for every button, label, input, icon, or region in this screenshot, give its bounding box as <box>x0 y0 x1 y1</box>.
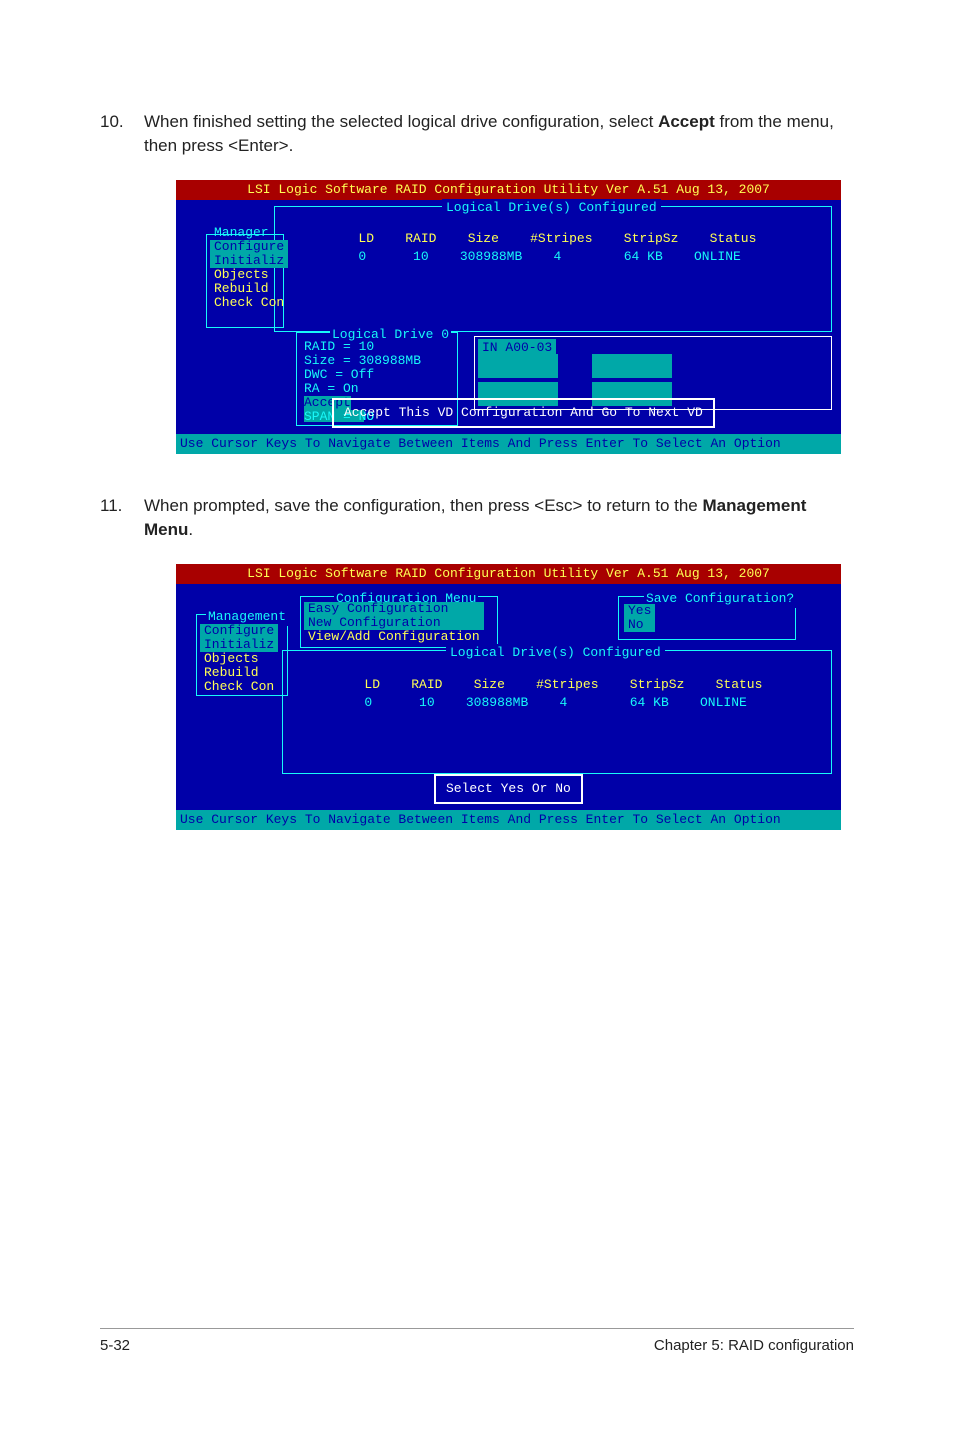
menu-checkcon[interactable]: Check Con <box>200 680 278 694</box>
step-10: 10. When finished setting the selected l… <box>100 110 854 158</box>
cell-size: 308988MB <box>466 695 528 710</box>
cell-stripes: 4 <box>560 695 568 710</box>
bios-footer: Use Cursor Keys To Navigate Between Item… <box>176 810 841 830</box>
text: . <box>188 520 193 539</box>
step-11: 11. When prompted, save the configuratio… <box>100 494 854 542</box>
cell-size: 308988MB <box>460 249 522 264</box>
accept-bold: Accept <box>658 112 715 131</box>
step-number: 11. <box>100 494 144 542</box>
text: When prompted, save the configuration, t… <box>144 496 703 515</box>
page-footer: 5-32 Chapter 5: RAID configuration <box>100 1328 854 1356</box>
cell-status: ONLINE <box>700 695 747 710</box>
menu-initialize[interactable]: Initializ <box>210 254 288 268</box>
bios-footer: Use Cursor Keys To Navigate Between Item… <box>176 434 841 454</box>
cell-status: ONLINE <box>694 249 741 264</box>
slot-block-2 <box>592 354 672 378</box>
ld0-ra: RA = On <box>304 382 421 396</box>
save-yes[interactable]: Yes <box>624 604 655 618</box>
save-no[interactable]: No <box>624 618 655 632</box>
bios-screenshot-1: LSI Logic Software RAID Configuration Ut… <box>176 180 841 454</box>
menu-configure[interactable]: Configure <box>200 624 278 638</box>
cell-ld: 0 <box>358 249 366 264</box>
cell-raid: 10 <box>419 695 435 710</box>
menu-configure[interactable]: Configure <box>210 240 288 254</box>
cfg-easy[interactable]: Easy Configuration <box>304 602 484 616</box>
mgmt-menu[interactable]: Configure Initializ Objects Rebuild Chec… <box>200 624 278 694</box>
save-title: Save Configuration? <box>644 590 796 608</box>
cell-ld: 0 <box>364 695 372 710</box>
step-text: When finished setting the selected logic… <box>144 110 854 158</box>
menu-objects[interactable]: Objects <box>210 268 288 282</box>
ld0-raid: RAID = 10 <box>304 340 421 354</box>
cell-stripes: 4 <box>554 249 562 264</box>
text: When finished setting the selected logic… <box>144 112 658 131</box>
cell-stripsz: 64 KB <box>630 695 669 710</box>
menu-checkcon[interactable]: Check Con <box>210 296 288 310</box>
cfg-menu[interactable]: Easy Configuration New Configuration Vie… <box>304 602 484 644</box>
chapter-title: Chapter 5: RAID configuration <box>654 1335 854 1356</box>
table-row: 0 10 308988MB 4 64 KB ONLINE <box>302 676 747 731</box>
ld0-dwc: DWC = Off <box>304 368 421 382</box>
page-number: 5-32 <box>100 1335 130 1356</box>
manager-menu[interactable]: Manager Configure Initializ Objects Rebu… <box>210 226 288 310</box>
hint-box: Accept This VD Configuration And Go To N… <box>332 398 715 428</box>
bios-screenshot-2: LSI Logic Software RAID Configuration Ut… <box>176 564 841 830</box>
save-opts[interactable]: Yes No <box>624 604 655 632</box>
menu-manager[interactable]: Manager <box>210 226 288 240</box>
step-number: 10. <box>100 110 144 158</box>
menu-rebuild[interactable]: Rebuild <box>200 666 278 680</box>
cfg-new[interactable]: New Configuration <box>304 616 484 630</box>
cfg-viewadd[interactable]: View/Add Configuration <box>304 630 484 644</box>
bios-title: LSI Logic Software RAID Configuration Ut… <box>176 564 841 584</box>
menu-objects[interactable]: Objects <box>200 652 278 666</box>
table-row: 0 10 308988MB 4 64 KB ONLINE <box>296 230 741 285</box>
menu-rebuild[interactable]: Rebuild <box>210 282 288 296</box>
hint-box: Select Yes Or No <box>434 774 583 804</box>
cell-raid: 10 <box>413 249 429 264</box>
ld0-size: Size = 308988MB <box>304 354 421 368</box>
menu-initialize[interactable]: Initializ <box>200 638 278 652</box>
slot-block-1 <box>478 354 558 378</box>
cell-stripsz: 64 KB <box>624 249 663 264</box>
step-text: When prompted, save the configuration, t… <box>144 494 854 542</box>
bios-title: LSI Logic Software RAID Configuration Ut… <box>176 180 841 200</box>
